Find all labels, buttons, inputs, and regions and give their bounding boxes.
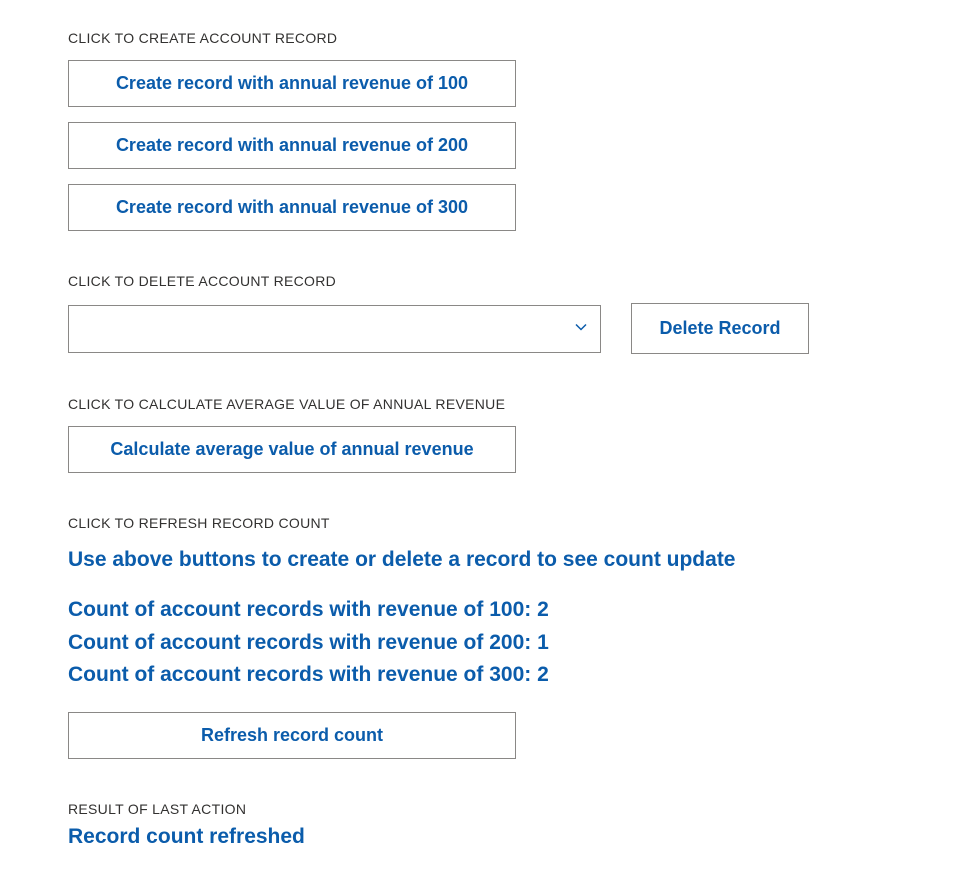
count-200-text: Count of account records with revenue of… (68, 627, 908, 660)
delete-record-button[interactable]: Delete Record (631, 303, 809, 354)
calculate-average-button[interactable]: Calculate average value of annual revenu… (68, 426, 516, 473)
count-100-text: Count of account records with revenue of… (68, 594, 908, 627)
count-group: Count of account records with revenue of… (68, 594, 908, 692)
count-300-text: Count of account records with revenue of… (68, 659, 908, 692)
result-text: Record count refreshed (68, 825, 908, 849)
create-record-200-button[interactable]: Create record with annual revenue of 200 (68, 122, 516, 169)
create-record-100-button[interactable]: Create record with annual revenue of 100 (68, 60, 516, 107)
refresh-hint-text: Use above buttons to create or delete a … (68, 545, 908, 574)
refresh-count-button[interactable]: Refresh record count (68, 712, 516, 759)
calculate-section-label: CLICK TO CALCULATE AVERAGE VALUE OF ANNU… (68, 396, 908, 412)
refresh-section-label: CLICK TO REFRESH RECORD COUNT (68, 515, 908, 531)
result-section-label: RESULT OF LAST ACTION (68, 801, 908, 817)
delete-row: Delete Record (68, 303, 908, 354)
create-button-group: Create record with annual revenue of 100… (68, 60, 908, 231)
delete-select-wrapper (68, 305, 601, 353)
delete-section-label: CLICK TO DELETE ACCOUNT RECORD (68, 273, 908, 289)
create-section-label: CLICK TO CREATE ACCOUNT RECORD (68, 30, 908, 46)
create-record-300-button[interactable]: Create record with annual revenue of 300 (68, 184, 516, 231)
delete-record-select[interactable] (68, 305, 601, 353)
